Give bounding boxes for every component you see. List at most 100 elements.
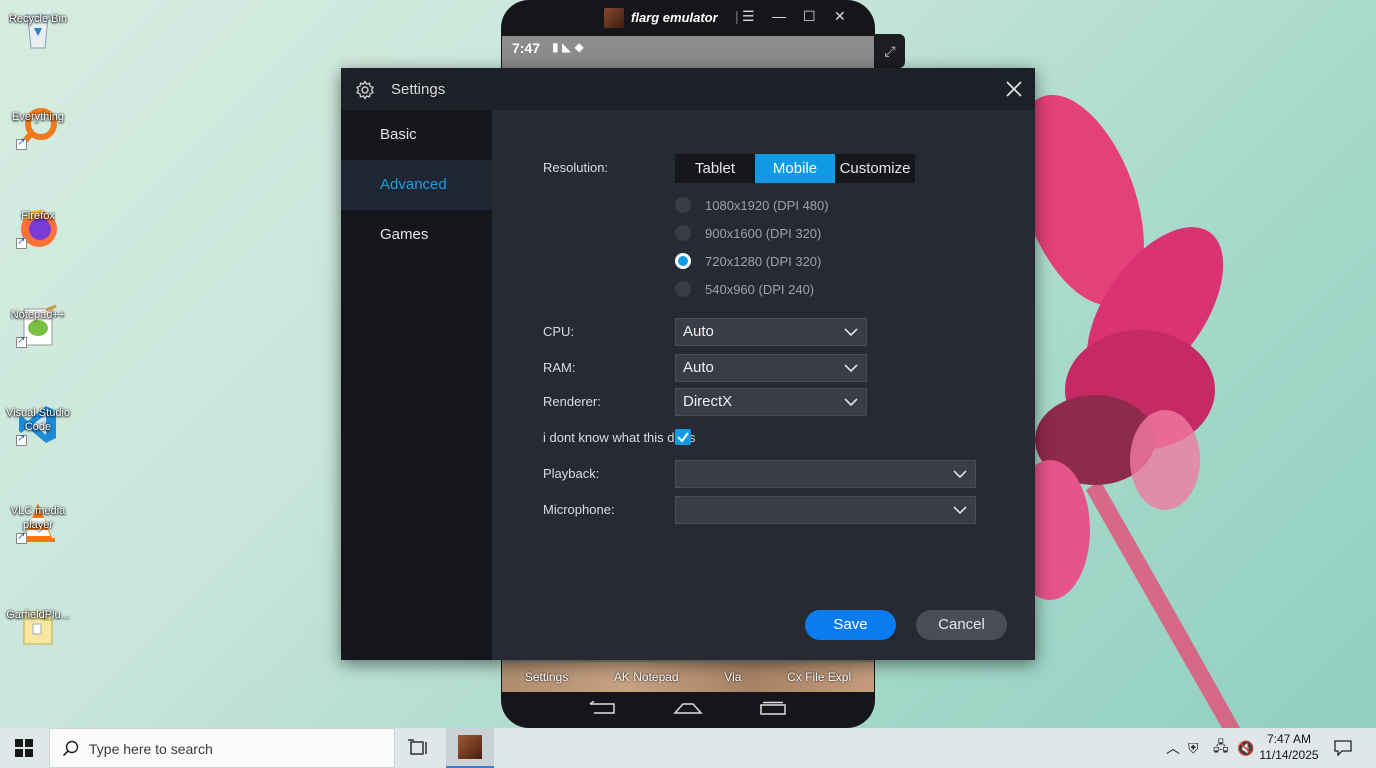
- desktop-icon-garfield[interactable]: GarfieldPlu...: [2, 604, 74, 648]
- unknown-option-checkbox[interactable]: [675, 429, 691, 445]
- shortcut-arrow-icon: [16, 236, 27, 249]
- search-placeholder: Type here to search: [89, 741, 213, 757]
- windows-icon: [15, 739, 33, 757]
- microphone-select[interactable]: [675, 496, 976, 524]
- task-view-icon[interactable]: [405, 736, 433, 760]
- recents-icon[interactable]: [758, 701, 788, 720]
- sidebar-item-advanced[interactable]: Advanced: [341, 160, 492, 210]
- unknown-option-label: i dont know what this does: [543, 430, 696, 445]
- minimize-icon[interactable]: —: [772, 8, 786, 24]
- android-nav-bar: [501, 692, 875, 728]
- desktop-icon-label: Everything: [12, 111, 64, 123]
- emulator-app-icon: [458, 735, 482, 759]
- emulator-app-icon: [604, 8, 624, 28]
- sidebar-item-basic[interactable]: Basic: [341, 110, 492, 160]
- resolution-mode-toggle: Tablet Mobile Customize: [675, 154, 915, 183]
- cpu-select[interactable]: Auto: [675, 318, 867, 346]
- desktop-icon-vscode[interactable]: Visual Studio Code: [2, 402, 74, 446]
- clock-time: 7:47 AM: [1266, 732, 1312, 746]
- mode-customize-button[interactable]: Customize: [835, 154, 915, 183]
- volume-muted-icon[interactable]: 🔇: [1237, 728, 1254, 768]
- sidebar-item-games[interactable]: Games: [341, 210, 492, 260]
- save-button[interactable]: Save: [805, 610, 896, 640]
- close-icon[interactable]: [1003, 78, 1025, 100]
- chevron-down-icon: [844, 398, 858, 407]
- taskbar: Type here to search ︿ ⛨ 🖧 🔇 7:47 AM 11/1…: [0, 728, 1376, 768]
- close-icon[interactable]: ✕: [834, 8, 846, 25]
- resolution-option-label: 900x1600 (DPI 320): [705, 225, 822, 241]
- desktop-icon-firefox[interactable]: Firefox: [2, 205, 74, 249]
- cpu-select-value: Auto: [683, 323, 714, 340]
- desktop-icon-label: Notepad++: [10, 309, 66, 321]
- taskbar-search-box[interactable]: Type here to search: [49, 728, 395, 768]
- resolution-option[interactable]: 1080x1920 (DPI 480): [675, 197, 829, 213]
- home-icon[interactable]: [673, 701, 703, 720]
- dock-item-via[interactable]: Via: [724, 670, 741, 684]
- network-icon[interactable]: 🖧: [1213, 728, 1229, 768]
- desktop-icon-label: GarfieldPlu...: [6, 609, 70, 621]
- radio-button-selected[interactable]: [675, 253, 691, 269]
- dock-item-ak-notepad[interactable]: AK Notepad: [614, 670, 679, 684]
- renderer-select[interactable]: DirectX: [675, 388, 867, 416]
- desktop-icon-recycle-bin[interactable]: Recycle Bin: [2, 8, 74, 52]
- dialog-title: Settings: [391, 81, 446, 98]
- checkmark-icon: [677, 432, 689, 443]
- maximize-icon[interactable]: ☐: [803, 8, 816, 25]
- start-button[interactable]: [0, 728, 48, 768]
- taskbar-emulator-app[interactable]: [446, 728, 494, 768]
- settings-sidebar: Basic Advanced Games: [341, 110, 492, 660]
- cancel-button[interactable]: Cancel: [916, 610, 1007, 640]
- chevron-up-icon[interactable]: ︿: [1166, 728, 1180, 768]
- chevron-down-icon: [844, 328, 858, 337]
- playback-label: Playback:: [543, 466, 600, 481]
- resolution-option-label: 540x960 (DPI 240): [705, 281, 815, 297]
- dock-item-cx-file-explorer[interactable]: Cx File Expl: [787, 670, 851, 684]
- mode-mobile-button[interactable]: Mobile: [755, 154, 835, 183]
- resolution-label: Resolution:: [543, 160, 609, 175]
- radio-button[interactable]: [675, 281, 691, 297]
- shortcut-arrow-icon: [16, 335, 27, 348]
- security-icon[interactable]: ⛨: [1188, 728, 1199, 768]
- mode-tablet-button[interactable]: Tablet: [675, 154, 755, 183]
- microphone-label: Microphone:: [543, 502, 615, 517]
- radio-button[interactable]: [675, 197, 691, 213]
- ram-label: RAM:: [543, 360, 576, 375]
- back-icon[interactable]: [588, 699, 618, 720]
- shortcut-arrow-icon: [16, 433, 27, 446]
- chevron-down-icon: [844, 364, 858, 373]
- wallpaper-flower: [1010, 94, 1240, 728]
- desktop-icon-vlc[interactable]: VLC media player: [2, 500, 74, 544]
- radio-button[interactable]: [675, 225, 691, 241]
- resolution-option[interactable]: 540x960 (DPI 240): [675, 281, 814, 297]
- clock-date: 11/14/2025: [1259, 748, 1319, 762]
- status-icons: ▮ ◣ ◆: [552, 40, 584, 54]
- gear-icon: [355, 80, 375, 100]
- settings-dialog: Settings Basic Advanced Games Resolution…: [341, 68, 1035, 660]
- emulator-title: flarg emulator: [631, 10, 718, 25]
- cpu-label: CPU:: [543, 324, 575, 339]
- ram-select[interactable]: Auto: [675, 354, 867, 382]
- status-time: 7:47: [512, 40, 541, 56]
- titlebar-separator: |: [735, 8, 739, 24]
- shortcut-arrow-icon: [16, 137, 27, 150]
- notification-icon[interactable]: [1334, 728, 1352, 768]
- menu-icon[interactable]: ☰: [742, 8, 755, 25]
- dock-item-settings[interactable]: Settings: [525, 670, 568, 684]
- desktop-icon-label: Visual Studio Code: [5, 407, 70, 433]
- renderer-select-value: DirectX: [683, 393, 733, 410]
- resolution-option-selected[interactable]: 720x1280 (DPI 320): [675, 253, 821, 269]
- dialog-header: Settings: [341, 68, 1035, 110]
- desktop-icon-label: Recycle Bin: [8, 13, 68, 25]
- desktop-icon-label: Firefox: [21, 210, 55, 222]
- chevron-down-icon: [953, 470, 967, 479]
- taskbar-clock[interactable]: 7:47 AM 11/14/2025: [1258, 731, 1320, 763]
- resolution-option[interactable]: 900x1600 (DPI 320): [675, 225, 821, 241]
- desktop-icon-notepadpp[interactable]: Notepad++: [2, 304, 74, 348]
- resolution-option-label: 720x1280 (DPI 320): [705, 253, 822, 269]
- shortcut-arrow-icon: [16, 531, 27, 544]
- resolution-option-label: 1080x1920 (DPI 480): [705, 197, 829, 213]
- fullscreen-icon[interactable]: ⤢: [875, 34, 905, 68]
- renderer-label: Renderer:: [543, 394, 601, 409]
- playback-select[interactable]: [675, 460, 976, 488]
- desktop-icon-everything[interactable]: Everything: [2, 106, 74, 150]
